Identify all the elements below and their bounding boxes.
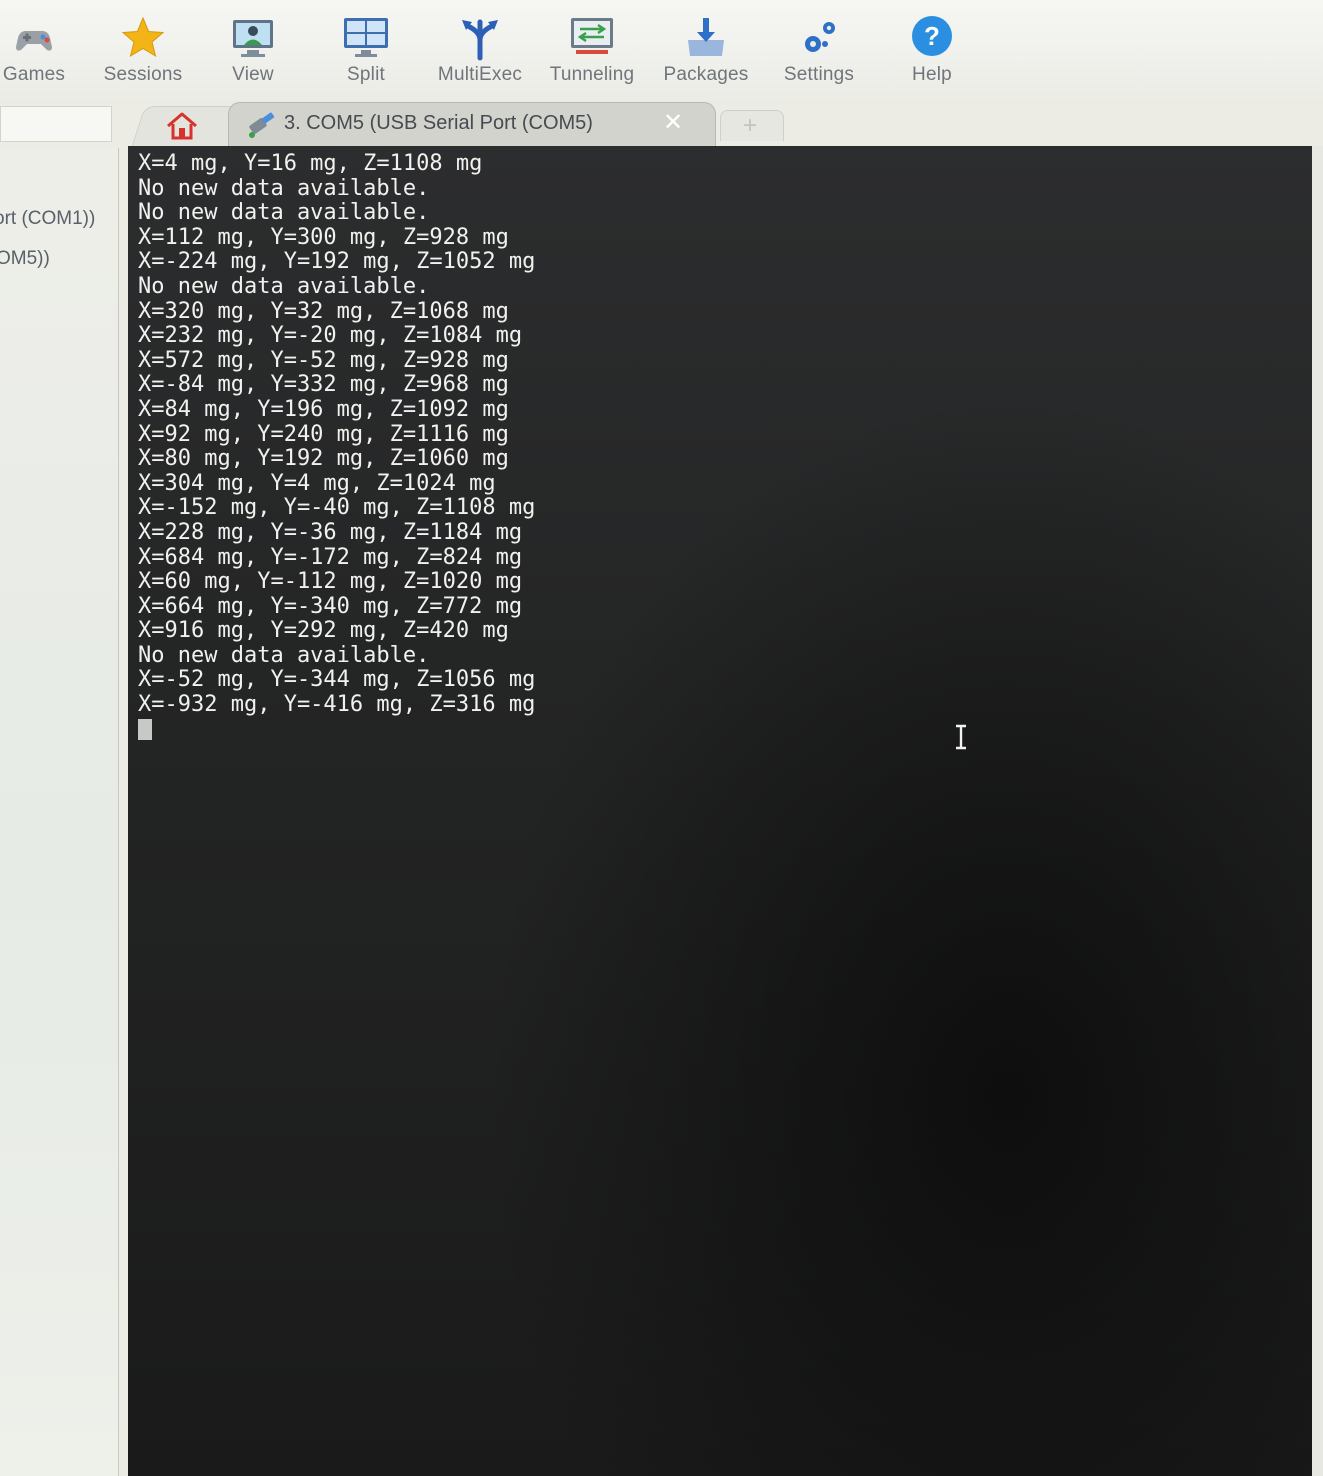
tab-bar: 3. COM5 (USB Serial Port (COM5) ✕ + <box>118 100 1323 149</box>
terminal-line: X=-84 mg, Y=332 mg, Z=968 mg <box>138 372 509 398</box>
terminal-line: X=80 mg, Y=192 mg, Z=1060 mg <box>138 446 509 472</box>
toolbar-view-label: View <box>232 64 274 85</box>
terminal-line: X=4 mg, Y=16 mg, Z=1108 mg <box>138 151 483 176</box>
terminal-line: X=304 mg, Y=4 mg, Z=1024 mg <box>138 470 496 496</box>
terminal-line: No new data available. <box>138 273 430 299</box>
tab-close-button[interactable]: ✕ <box>662 108 684 137</box>
monitor-user-icon <box>233 20 273 57</box>
terminal-line: X=228 mg, Y=-36 mg, Z=1184 mg <box>138 519 523 545</box>
terminal-line: X=916 mg, Y=292 mg, Z=420 mg <box>138 618 509 644</box>
gears-icon <box>805 22 835 52</box>
terminal-prompt-line <box>138 718 535 743</box>
terminal-line: X=60 mg, Y=-112 mg, Z=1020 mg <box>138 569 523 595</box>
main-toolbar: Games Sessions View Split MultiExec Tunn… <box>0 0 1323 104</box>
terminal-line: X=92 mg, Y=240 mg, Z=1116 mg <box>138 421 509 447</box>
toolbar-split-label: Split <box>347 64 385 85</box>
window-edge <box>1312 146 1323 1476</box>
terminal-line: X=572 mg, Y=-52 mg, Z=928 mg <box>138 347 509 373</box>
question-circle-icon: ? <box>912 16 952 56</box>
toolbar-sessions-button[interactable]: Sessions <box>93 8 193 94</box>
toolbar-sessions-label: Sessions <box>103 64 183 85</box>
toolbar-multiexec-label: MultiExec <box>437 64 523 85</box>
toolbar-split-button[interactable]: Split <box>316 8 416 94</box>
toolbar-settings-label: Settings <box>783 64 855 85</box>
terminal-line: X=684 mg, Y=-172 mg, Z=824 mg <box>138 544 523 570</box>
toolbar-settings-button[interactable]: Settings <box>769 8 869 94</box>
terminal-line: X=112 mg, Y=300 mg, Z=928 mg <box>138 224 509 250</box>
terminal-output: X=4 mg, Y=16 mg, Z=1108 mg No new data av… <box>138 151 536 743</box>
toolbar-games-button[interactable]: Games <box>0 8 84 94</box>
terminal-line: X=-52 mg, Y=-344 mg, Z=1056 mg <box>138 667 536 693</box>
terminal-line: No new data available. <box>138 200 430 226</box>
new-tab-button[interactable]: + <box>720 110 784 141</box>
tunnel-monitor-icon <box>571 18 613 54</box>
terminal-area[interactable]: X=4 mg, Y=16 mg, Z=1108 mg No new data av… <box>128 146 1312 1476</box>
gamepad-icon <box>16 30 52 51</box>
home-icon <box>167 112 197 140</box>
terminal-line: X=84 mg, Y=196 mg, Z=1092 mg <box>138 396 509 422</box>
terminal-line: X=-224 mg, Y=192 mg, Z=1052 mg <box>138 249 536 275</box>
star-icon <box>121 16 165 58</box>
toolbar-tunneling-label: Tunneling <box>549 64 635 85</box>
tab-title: 3. COM5 (USB Serial Port (COM5) <box>284 112 593 134</box>
terminal-line: X=232 mg, Y=-20 mg, Z=1084 mg <box>138 323 523 349</box>
split-screen-icon <box>344 18 388 57</box>
svg-text:?: ? <box>924 21 940 51</box>
fork-arrows-icon <box>462 19 498 61</box>
terminal-line: No new data available. <box>138 175 430 201</box>
toolbar-games-label: Games <box>2 64 66 85</box>
serial-plug-icon <box>249 112 275 138</box>
terminal-line: X=664 mg, Y=-340 mg, Z=772 mg <box>138 593 523 619</box>
sessions-panel: ort (COM1)) OM5)) <box>0 148 119 1476</box>
download-package-icon <box>688 18 724 56</box>
toolbar-help-button[interactable]: ? Help <box>882 8 982 94</box>
toolbar-multiexec-button[interactable]: MultiExec <box>430 8 530 94</box>
terminal-line: X=320 mg, Y=32 mg, Z=1068 mg <box>138 298 509 324</box>
session-item-com5[interactable]: OM5)) <box>0 248 50 270</box>
terminal-line: No new data available. <box>138 642 430 668</box>
toolbar-help-label: Help <box>912 64 952 85</box>
toolbar-view-button[interactable]: View <box>203 8 303 94</box>
text-cursor <box>138 719 152 741</box>
terminal-line: X=-932 mg, Y=-416 mg, Z=316 mg <box>138 692 536 718</box>
sessions-search-box[interactable] <box>0 106 112 142</box>
terminal-line: X=-152 mg, Y=-40 mg, Z=1108 mg <box>138 495 536 521</box>
ibeam-cursor-icon <box>956 724 966 750</box>
plus-icon: + <box>743 112 758 139</box>
toolbar-packages-button[interactable]: Packages <box>656 8 756 94</box>
session-item-com1[interactable]: ort (COM1)) <box>0 208 95 230</box>
toolbar-tunneling-button[interactable]: Tunneling <box>542 8 642 94</box>
toolbar-packages-label: Packages <box>663 64 749 85</box>
